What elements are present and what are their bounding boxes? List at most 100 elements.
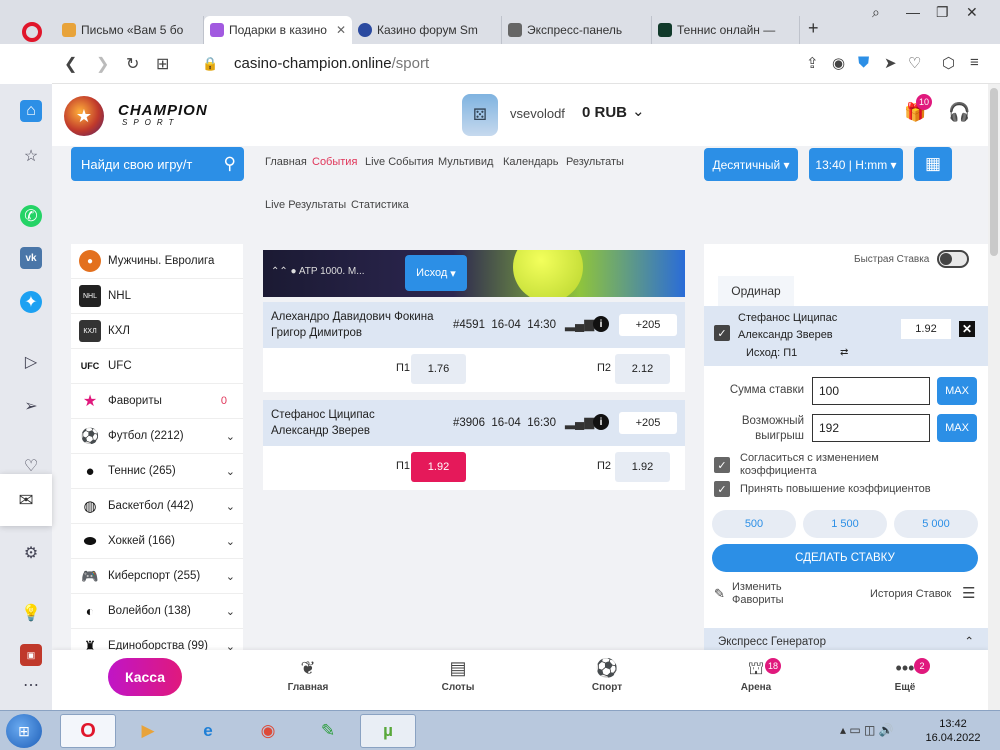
nav-live-events[interactable]: Live События — [365, 156, 434, 168]
heart-icon[interactable]: ♡ — [908, 54, 921, 72]
system-tray[interactable]: ▴ ▭ ◫ 🔊 — [840, 723, 894, 737]
stake-max-button[interactable]: MAX — [937, 377, 977, 405]
lock-icon[interactable]: 🔒 — [202, 56, 218, 72]
team2[interactable]: Александр Зверев — [271, 425, 370, 437]
chevron-up-icon[interactable]: ⌃ — [964, 634, 974, 648]
chevron-down-icon[interactable]: ⌄ — [226, 570, 235, 583]
more-markets-button[interactable]: +205 — [619, 314, 677, 336]
taskbar-utorrent[interactable]: µ — [360, 714, 416, 748]
send-icon[interactable]: ➢ — [20, 395, 42, 417]
taskbar-opera[interactable]: O — [60, 714, 116, 748]
mail-icon[interactable]: ✉ — [0, 474, 52, 526]
list-icon[interactable]: ☰ — [962, 584, 975, 602]
chevron-down-icon[interactable]: ⌄ — [226, 465, 235, 478]
quick-bet-toggle[interactable] — [937, 250, 969, 268]
nav-calendar[interactable]: Календарь — [503, 156, 559, 168]
nav-live-results[interactable]: Live Результаты — [265, 199, 346, 211]
camera-icon[interactable]: ◉ — [832, 54, 845, 72]
menu-icon[interactable]: ≡ — [970, 54, 979, 71]
maximize-icon[interactable]: ❐ — [936, 4, 949, 21]
win-input[interactable]: 192 — [812, 414, 930, 442]
vk-icon[interactable]: vk — [20, 247, 42, 269]
odd-p2-button[interactable]: 2.12 — [615, 354, 670, 384]
champion-logo-icon[interactable]: ★ — [64, 96, 104, 136]
change-favorites-link[interactable]: Изменить Фавориты — [732, 581, 784, 607]
win-max-button[interactable]: MAX — [937, 414, 977, 442]
username[interactable]: vsevolodf — [510, 106, 565, 121]
list-item[interactable]: ⚽ Футбол (2212) ⌄ — [71, 419, 243, 454]
nav-events[interactable]: События — [312, 156, 357, 168]
odds-format-select[interactable]: Десятичный ▾ — [704, 148, 798, 181]
windows-start-icon[interactable]: ⊞ — [6, 714, 42, 748]
tab-mail[interactable]: Письмо «Вам 5 бо — [56, 16, 204, 44]
forward-icon[interactable]: ❯ — [96, 54, 109, 74]
taskbar-chrome[interactable]: ◉ — [240, 714, 296, 748]
taskbar-clock[interactable]: 13:42 16.04.2022 — [920, 717, 986, 745]
pencil-icon[interactable]: ✎ — [714, 587, 725, 600]
bet-history-link[interactable]: История Ставок — [870, 588, 951, 600]
bottom-nav-sport[interactable]: ⚽ Спорт — [567, 658, 647, 693]
make-bet-button[interactable]: СДЕЛАТЬ СТАВКУ — [712, 544, 978, 572]
list-item[interactable]: КХЛ КХЛ — [71, 314, 243, 349]
list-item[interactable]: ⬬ Хоккей (166) ⌄ — [71, 524, 243, 559]
list-item[interactable]: ◍ Баскетбол (442) ⌄ — [71, 489, 243, 524]
chevron-down-icon[interactable]: ⌄ — [226, 535, 235, 548]
settings-icon[interactable]: ⚙ — [20, 542, 42, 564]
twitter-icon[interactable]: ✦ — [20, 291, 42, 313]
chevron-down-icon[interactable]: ⌄ — [226, 430, 235, 443]
avatar[interactable]: ⚄ — [462, 94, 498, 136]
url-field[interactable]: casino-champion.online/sport — [234, 55, 429, 72]
chevron-down-icon[interactable]: ⌄ — [632, 102, 645, 120]
list-item[interactable]: NHL NHL — [71, 279, 243, 314]
minimize-icon[interactable]: — — [906, 4, 920, 20]
more-markets-button[interactable]: +205 — [619, 412, 677, 434]
taskbar-editor[interactable]: ✎ — [300, 714, 356, 748]
logo-title[interactable]: CHAMPION — [118, 102, 208, 119]
checkbox-checked-icon[interactable]: ✓ — [714, 325, 730, 341]
time-format-select[interactable]: 13:40 | H:mm ▾ — [809, 148, 903, 181]
close-icon[interactable]: ✕ — [336, 23, 346, 37]
odd-p1-button[interactable]: 1.76 — [411, 354, 466, 384]
accept-raise-checkbox[interactable]: ✓ — [714, 481, 730, 497]
taskbar-media-player[interactable]: ▶ — [120, 714, 176, 748]
list-item[interactable]: ● Мужчины. Евролига — [71, 244, 243, 279]
extension-icon[interactable]: ▣ — [20, 644, 42, 666]
paperplane-icon[interactable]: ➤ — [884, 54, 897, 72]
tab-speed-dial[interactable]: Экспресс-панель — [502, 16, 652, 44]
home-icon[interactable]: ⌂ — [20, 100, 42, 122]
list-item[interactable]: ◐ Волейбол (138) ⌄ — [71, 594, 243, 629]
close-icon[interactable]: ✕ — [959, 321, 975, 337]
info-icon[interactable]: i — [593, 316, 609, 332]
bottom-nav-more[interactable]: ••• Ещё — [865, 658, 945, 693]
reload-icon[interactable]: ↻ — [126, 54, 139, 74]
nav-multiview[interactable]: Мультивид — [438, 156, 493, 168]
bottom-nav-arena[interactable]: ⛫ Арена — [716, 658, 796, 693]
opera-logo-icon[interactable] — [22, 22, 42, 42]
list-item[interactable]: UFC UFC — [71, 349, 243, 384]
stats-icon[interactable]: ▂▄▆ — [565, 316, 594, 332]
whatsapp-icon[interactable]: ✆ — [20, 205, 42, 227]
nav-main[interactable]: Главная — [265, 156, 307, 168]
chevron-down-icon[interactable]: ⌄ — [226, 500, 235, 513]
amount-5000-button[interactable]: 5 000 — [894, 510, 978, 538]
outcome-select[interactable]: Исход ▾ — [405, 255, 467, 291]
headset-icon[interactable]: 🎧 — [948, 102, 970, 123]
list-item[interactable]: 🎮 Киберспорт (255) ⌄ — [71, 559, 243, 594]
stake-input[interactable]: 100 — [812, 377, 930, 405]
tab-tennis[interactable]: Теннис онлайн — — [652, 16, 800, 44]
amount-500-button[interactable]: 500 — [712, 510, 796, 538]
star-icon[interactable]: ☆ — [20, 145, 42, 167]
tabs-grid-icon[interactable]: ⊞ — [156, 54, 169, 74]
scrollbar-thumb[interactable] — [990, 88, 998, 256]
tab-forum[interactable]: Казино форум Sm — [352, 16, 502, 44]
window-close-icon[interactable]: ✕ — [966, 4, 978, 21]
odd-p1-button[interactable]: 1.92 — [411, 452, 466, 482]
list-item[interactable]: ★ Фавориты 0 — [71, 384, 243, 419]
amount-1500-button[interactable]: 1 500 — [803, 510, 887, 538]
team1[interactable]: Стефанос Циципас — [271, 409, 375, 421]
calculator-icon[interactable]: ▦ — [914, 147, 952, 181]
cube-icon[interactable]: ⬡ — [942, 54, 955, 72]
nav-results[interactable]: Результаты — [566, 156, 624, 168]
more-icon[interactable]: ⋯ — [20, 674, 42, 696]
swap-icon[interactable]: ⇄ — [840, 347, 848, 358]
